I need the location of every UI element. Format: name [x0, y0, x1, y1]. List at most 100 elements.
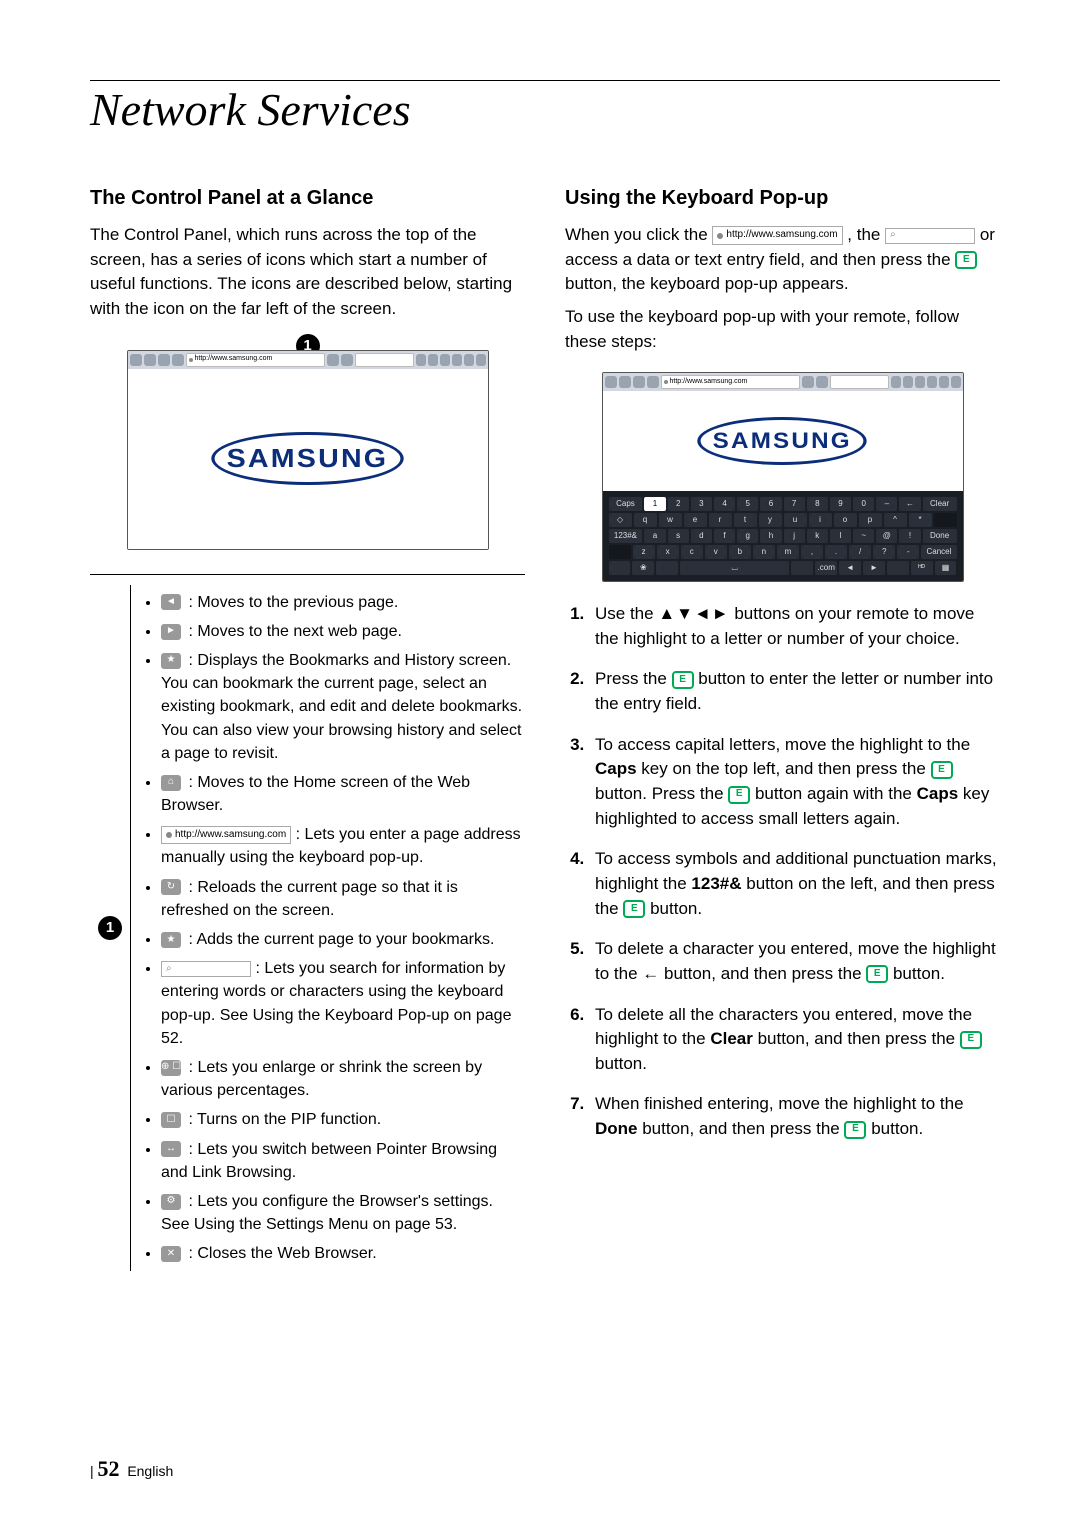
item-text: : Reloads the current page so that it is… — [161, 879, 458, 919]
enter-icon: E — [844, 1121, 866, 1139]
keyboard-key[interactable]: – — [876, 497, 897, 511]
item-text: : Closes the Web Browser. — [184, 1245, 377, 1262]
toolbar-item: ⚙ : Lets you configure the Browser's set… — [161, 1190, 525, 1236]
keyboard-key[interactable]: @ — [876, 529, 897, 543]
browser-figure: http://www.samsung.com SAMSUNG — [127, 350, 489, 550]
steps-list: Use the ▲▼◄► buttons on your remote to m… — [565, 602, 1000, 1142]
keyboard-key[interactable]: n — [753, 545, 775, 559]
keyboard-key[interactable]: o — [834, 513, 857, 527]
keyboard-key[interactable] — [934, 513, 957, 527]
keyboard-key[interactable]: ^ — [884, 513, 907, 527]
keyboard-key[interactable]: ❀ — [632, 561, 654, 575]
step-item: To access symbols and additional punctua… — [589, 847, 1000, 921]
keyboard-key[interactable]: 2 — [668, 497, 689, 511]
keyboard-key[interactable]: Cancel — [921, 545, 956, 559]
keyboard-key[interactable]: 3 — [691, 497, 712, 511]
keyboard-key[interactable]: u — [784, 513, 807, 527]
keyboard-key[interactable]: ◄ — [839, 561, 861, 575]
toolbar-item: : Lets you search for information by ent… — [161, 957, 525, 1050]
keyboard-key[interactable]: a — [644, 529, 665, 543]
keyboard-key[interactable]: p — [859, 513, 882, 527]
keyboard-key[interactable]: z — [633, 545, 655, 559]
keyboard-key[interactable]: w — [659, 513, 682, 527]
toolbar-item: ☐ : Turns on the PIP function. — [161, 1108, 525, 1131]
keyboard-figure: http://www.samsung.com SAMSUNG Caps12345… — [602, 372, 964, 582]
add-bookmark-icon: ★ — [161, 932, 181, 948]
keyboard-key[interactable]: ! — [899, 529, 920, 543]
keyboard-key[interactable]: d — [691, 529, 712, 543]
keyboard-key[interactable]: y — [759, 513, 782, 527]
keyboard-key[interactable]: q — [634, 513, 657, 527]
keyboard-key[interactable]: 1 — [644, 497, 665, 511]
keyboard-key[interactable]: - — [897, 545, 919, 559]
keyboard-key[interactable]: , — [801, 545, 823, 559]
keyboard-key[interactable]: m — [777, 545, 799, 559]
browsing-mode-icon: ↔ — [161, 1141, 181, 1157]
keyboard-key[interactable]: h — [760, 529, 781, 543]
keyboard-key[interactable] — [609, 561, 631, 575]
browser-viewport: SAMSUNG — [128, 369, 488, 549]
keyboard-key[interactable]: s — [668, 529, 689, 543]
keyboard-key[interactable]: g — [737, 529, 758, 543]
address-bar: http://www.samsung.com — [186, 353, 325, 367]
keyboard-key[interactable]: v — [705, 545, 727, 559]
keyboard-key[interactable]: ► — [863, 561, 885, 575]
toolbar-item: ↔ : Lets you switch between Pointer Brow… — [161, 1138, 525, 1184]
search-input-icon — [885, 228, 975, 244]
keyboard-key[interactable]: Caps — [609, 497, 643, 511]
arrow-keys-icon: ▲▼◄► — [658, 604, 729, 623]
keyboard-key[interactable]: ◇ — [609, 513, 632, 527]
callout-table: 1 ◄ : Moves to the previous page.► : Mov… — [90, 574, 525, 1272]
keyboard-key[interactable]: . — [825, 545, 847, 559]
keyboard-key[interactable] — [656, 561, 678, 575]
keyboard-key[interactable]: l — [830, 529, 851, 543]
keyboard-key[interactable]: t — [734, 513, 757, 527]
search-bar — [355, 353, 414, 367]
keyboard-key[interactable]: Clear — [923, 497, 957, 511]
keyboard-key[interactable]: 123#& — [609, 529, 643, 543]
keyboard-key[interactable]: e — [684, 513, 707, 527]
right-intro: When you click the http://www.samsung.co… — [565, 223, 1000, 297]
toolbar-item: ◄ : Moves to the previous page. — [161, 591, 525, 614]
keyboard-key[interactable]: 7 — [784, 497, 805, 511]
keyboard-key[interactable]: ▦ — [935, 561, 957, 575]
keyboard-key[interactable] — [791, 561, 813, 575]
samsung-logo-2: SAMSUNG — [713, 425, 852, 457]
keyboard-key[interactable]: ~ — [853, 529, 874, 543]
keyboard-key[interactable]: ← — [899, 497, 920, 511]
keyboard-key[interactable]: f — [714, 529, 735, 543]
keyboard-key[interactable]: x — [657, 545, 679, 559]
keyboard-key[interactable]: ? — [873, 545, 895, 559]
step-item: Press the E button to enter the letter o… — [589, 667, 1000, 716]
title-rule — [90, 80, 1000, 81]
keyboard-key[interactable]: b — [729, 545, 751, 559]
keyboard-key[interactable]: 4 — [714, 497, 735, 511]
keyboard-key[interactable]: k — [807, 529, 828, 543]
keyboard-key[interactable]: 6 — [760, 497, 781, 511]
keyboard-key[interactable]: 9 — [830, 497, 851, 511]
keyboard-key[interactable]: ᴴᴰ — [911, 561, 933, 575]
keyboard-key[interactable]: .com — [815, 561, 837, 575]
bookmarks-icon: ★ — [161, 653, 181, 669]
keyboard-key[interactable]: ⌴ — [680, 561, 789, 575]
reload-icon: ↻ — [161, 879, 181, 895]
item-text: : Lets you switch between Pointer Browsi… — [161, 1141, 497, 1181]
keyboard-key[interactable]: 5 — [737, 497, 758, 511]
keyboard-key[interactable]: i — [809, 513, 832, 527]
keyboard-key[interactable]: Done — [923, 529, 957, 543]
keyboard-key[interactable] — [609, 545, 631, 559]
page-title: Network Services — [90, 83, 1000, 136]
keyboard-key[interactable]: * — [909, 513, 932, 527]
keyboard-key[interactable]: c — [681, 545, 703, 559]
callout-list: ◄ : Moves to the previous page.► : Moves… — [130, 585, 525, 1272]
keyboard-key[interactable] — [887, 561, 909, 575]
keyboard-key[interactable]: 8 — [807, 497, 828, 511]
left-column: The Control Panel at a Glance The Contro… — [90, 166, 525, 1271]
keyboard-key[interactable]: / — [849, 545, 871, 559]
keyboard-key[interactable]: r — [709, 513, 732, 527]
keyboard-key[interactable]: j — [784, 529, 805, 543]
keyboard-key[interactable]: 0 — [853, 497, 874, 511]
item-text: : Moves to the Home screen of the Web Br… — [161, 774, 470, 814]
search-input-icon — [161, 961, 251, 977]
toolbar-item: ★ : Displays the Bookmarks and History s… — [161, 649, 525, 765]
